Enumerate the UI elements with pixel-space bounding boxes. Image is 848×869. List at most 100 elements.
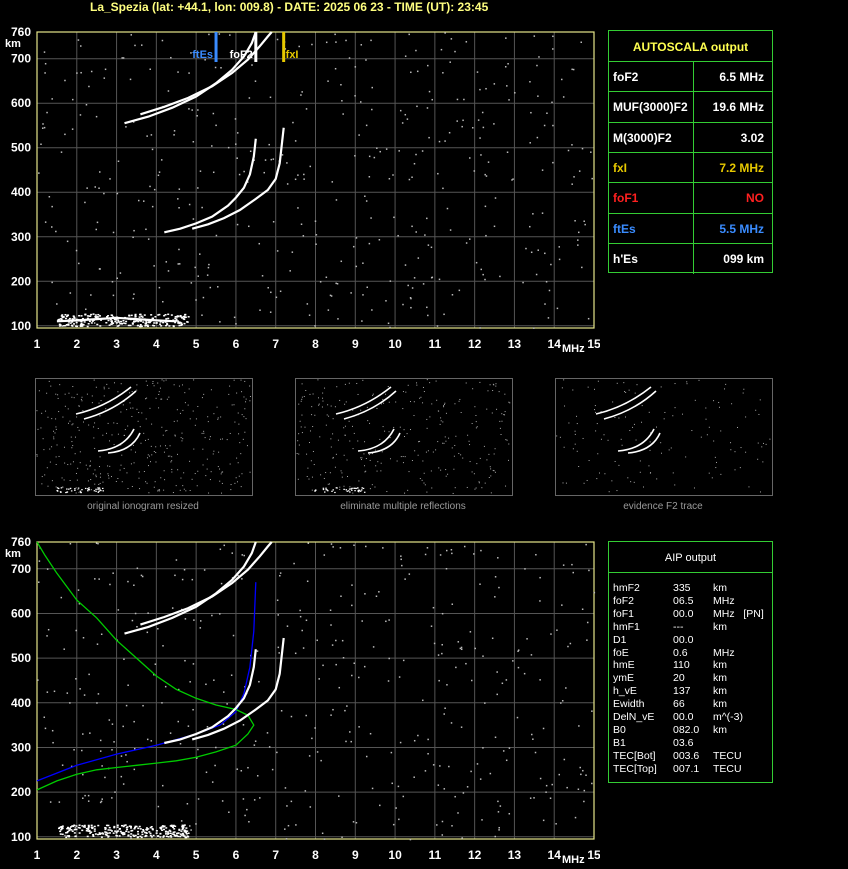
e-layer-dot	[126, 826, 129, 828]
e-layer-dot	[166, 833, 169, 835]
thumb-noise-dot	[431, 403, 433, 405]
autoscala-key: h'Es	[613, 251, 638, 266]
noise-dot	[532, 213, 534, 215]
noise-dot	[154, 663, 157, 665]
noise-dot	[479, 778, 482, 780]
e-layer-dot	[93, 830, 96, 832]
thumb-noise-dot	[120, 383, 122, 385]
e-layer-dot	[134, 320, 137, 323]
thumb-noise-dot	[237, 462, 239, 464]
noise-dot	[351, 674, 353, 677]
thumb-noise-dot	[595, 411, 597, 413]
thumb-noise-dot	[444, 402, 446, 404]
noise-dot	[411, 287, 414, 289]
thumb-e-dot	[56, 487, 59, 489]
noise-dot	[314, 727, 316, 729]
thumb-noise-dot	[340, 470, 342, 472]
e-layer-dot	[178, 322, 181, 325]
e-layer-dot	[127, 835, 130, 837]
noise-dot	[587, 317, 590, 320]
thumb-noise-dot	[369, 459, 371, 461]
noise-dot	[484, 173, 486, 176]
thumb-noise-dot	[474, 406, 476, 408]
e-layer-dot	[180, 322, 183, 324]
noise-dot	[378, 591, 380, 593]
y-tick-label: 200	[11, 785, 31, 799]
noise-dot	[371, 108, 373, 111]
autoscala-key: ftEs	[613, 221, 636, 236]
noise-dot	[133, 229, 135, 232]
e-layer-dot	[101, 832, 104, 834]
thumb-noise-dot	[494, 471, 496, 473]
noise-dot	[482, 126, 485, 129]
noise-dot	[558, 258, 561, 261]
e-layer-dot	[162, 828, 165, 831]
noise-dot	[385, 148, 388, 150]
thumb-noise-dot	[668, 449, 670, 451]
thumb-noise-dot	[296, 452, 298, 454]
noise-dot	[431, 276, 434, 279]
noise-dot	[542, 819, 545, 822]
e-layer-dot	[180, 323, 183, 326]
noise-dot	[157, 174, 160, 177]
noise-dot	[437, 172, 439, 175]
thumb-noise-dot	[155, 461, 157, 463]
thumb-noise-dot	[57, 397, 59, 399]
thumb-noise-dot	[217, 417, 219, 419]
noise-dot	[402, 659, 405, 662]
noise-dot	[194, 266, 196, 269]
noise-dot	[530, 251, 533, 254]
e-layer-dot	[159, 323, 162, 325]
thumb-noise-dot	[563, 379, 565, 381]
f2-trace	[191, 127, 285, 230]
noise-dot	[441, 612, 444, 615]
thumb-noise-dot	[100, 473, 102, 475]
thumb-noise-dot	[163, 380, 165, 382]
noise-dot	[248, 821, 250, 823]
thumb-noise-dot	[344, 434, 346, 436]
thumb-noise-dot	[509, 402, 511, 404]
noise-dot	[149, 185, 151, 188]
thumb-noise-dot	[419, 440, 421, 442]
thumb-noise-dot	[236, 392, 238, 394]
thumb-noise-dot	[98, 466, 100, 468]
noise-dot	[286, 183, 289, 185]
noise-dot	[74, 827, 77, 829]
thumb-noise-dot	[92, 473, 94, 475]
e-layer-dot	[113, 825, 116, 828]
noise-dot	[209, 286, 212, 289]
noise-dot	[371, 787, 374, 790]
noise-dot	[571, 563, 573, 566]
noise-dot	[422, 283, 425, 285]
thumb-noise-dot	[455, 435, 457, 437]
thumb-noise-dot	[344, 425, 346, 427]
noise-dot	[354, 95, 356, 97]
e-layer-dot	[69, 322, 72, 324]
aip-unit: TECU	[713, 762, 742, 775]
e-layer-dot	[146, 324, 149, 326]
thumb-noise-dot	[715, 461, 717, 463]
thumb-noise-dot	[364, 471, 366, 473]
noise-dot	[580, 773, 582, 776]
thumb-noise-dot	[447, 473, 449, 475]
thumb-noise-dot	[79, 462, 81, 464]
thumb-noise-dot	[443, 405, 445, 407]
thumb-noise-dot	[416, 384, 418, 386]
noise-dot	[339, 547, 342, 549]
noise-dot	[571, 68, 573, 71]
noise-dot	[397, 785, 400, 788]
thumb-noise-dot	[556, 435, 558, 437]
noise-dot	[178, 188, 181, 190]
thumb-noise-dot	[495, 383, 497, 385]
thumb-noise-dot	[63, 479, 65, 481]
e-layer-dot	[149, 834, 152, 837]
thumb-noise-dot	[620, 438, 622, 440]
noise-dot	[191, 109, 193, 111]
aip-value: 03.6	[673, 736, 694, 749]
noise-dot	[342, 113, 344, 115]
noise-dot	[219, 321, 221, 323]
noise-dot	[94, 186, 96, 188]
thumb-noise-dot	[597, 453, 599, 455]
thumb-e-dot	[323, 491, 326, 493]
e-layer-dot	[143, 314, 146, 316]
